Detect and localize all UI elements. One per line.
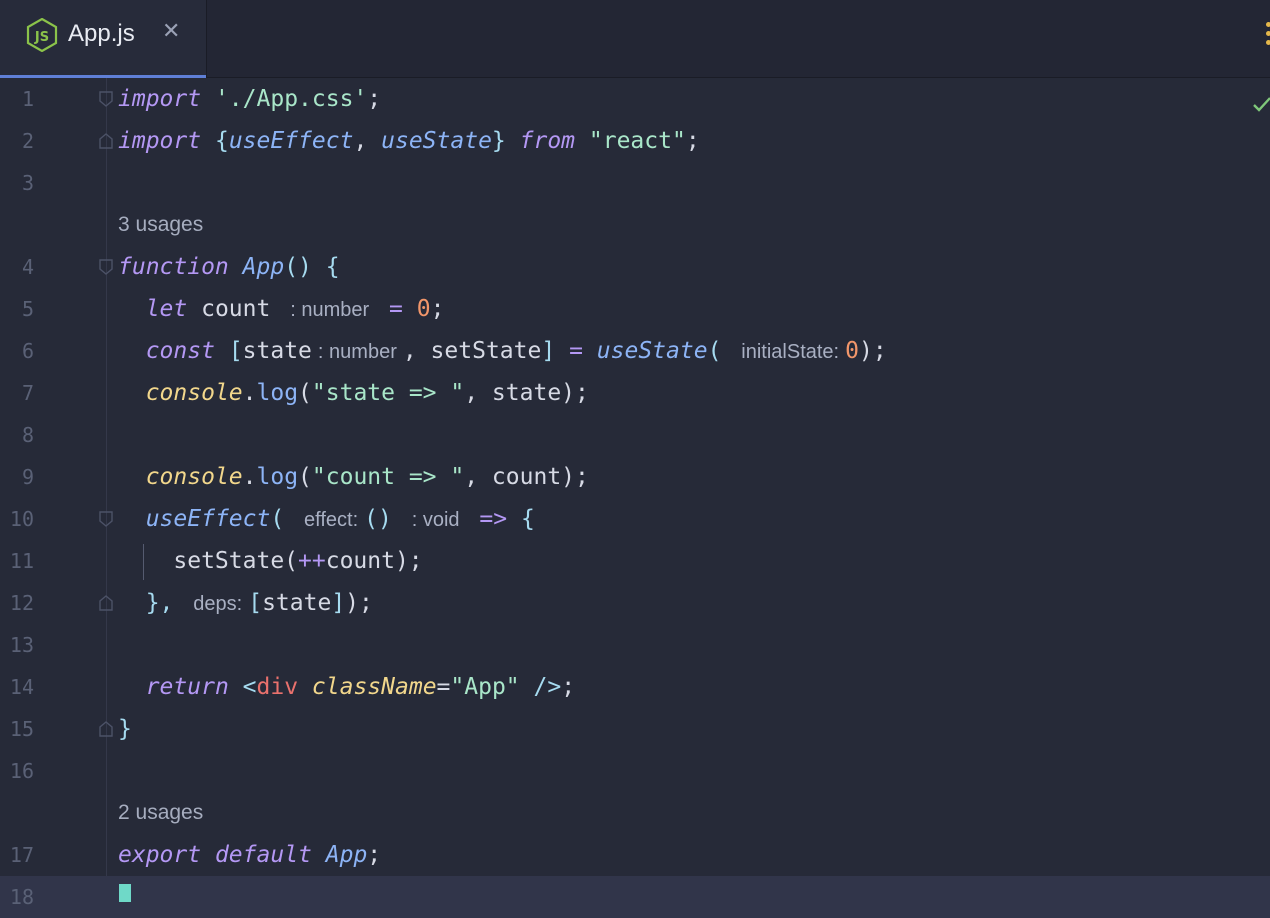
close-icon[interactable]: ✕	[162, 19, 180, 44]
line-number: 15	[9, 717, 34, 741]
code-line: 5 let count : number = 0;	[0, 288, 1270, 330]
parameter-hint: initialState:	[741, 341, 840, 363]
line-number: 16	[9, 759, 34, 783]
fold-icon[interactable]	[99, 721, 113, 737]
parameter-hint: effect:	[304, 509, 359, 531]
code-text: }	[118, 716, 132, 742]
line-number: 9	[21, 465, 34, 489]
tab-app-js[interactable]: JS App.js ✕	[0, 0, 207, 78]
code-line: 11 setState(++count);	[0, 540, 1270, 582]
code-vision-row: 3 usages	[0, 204, 1270, 246]
line-number: 6	[21, 339, 34, 363]
code-line: 3	[0, 162, 1270, 204]
text-cursor	[119, 884, 131, 902]
line-number: 3	[21, 171, 34, 195]
tab-label: App.js	[68, 20, 135, 47]
usages-inlay[interactable]: 3 usages	[118, 204, 203, 246]
line-number: 17	[9, 843, 34, 867]
code-line: 1 import './App.css';	[0, 78, 1270, 120]
line-number: 14	[9, 675, 34, 699]
code-line: 15 }	[0, 708, 1270, 750]
fold-icon[interactable]	[99, 511, 113, 527]
line-number: 1	[21, 87, 34, 111]
parameter-hint: deps:	[193, 593, 243, 615]
code-text: const [state: number, setState] = useSta…	[145, 338, 887, 364]
code-text: let count : number = 0;	[145, 296, 445, 322]
current-code-line: 18	[0, 876, 1270, 918]
code-text: function App() {	[118, 254, 340, 280]
code-line: 13	[0, 624, 1270, 666]
code-text: export default App;	[118, 842, 382, 868]
line-number: 8	[21, 423, 34, 447]
code-line: 7 console.log("state => ", state);	[0, 372, 1270, 414]
line-number: 18	[9, 885, 34, 909]
line-number: 7	[21, 381, 34, 405]
code-text: setState(++count);	[173, 548, 423, 574]
line-number: 13	[9, 633, 34, 657]
line-number: 4	[21, 255, 34, 279]
code-line: 6 const [state: number, setState] = useS…	[0, 330, 1270, 372]
svg-text:JS: JS	[34, 30, 49, 45]
line-number: 5	[21, 297, 34, 321]
code-line: 16	[0, 750, 1270, 792]
code-text: import {useEffect, useState} from "react…	[118, 128, 700, 154]
code-line: 2 import {useEffect, useState} from "rea…	[0, 120, 1270, 162]
type-hint: : number	[290, 299, 370, 321]
nodejs-icon: JS	[26, 18, 58, 52]
code-line: 12 }, deps: [state]);	[0, 582, 1270, 624]
code-text: return <div className="App" />;	[145, 674, 576, 700]
code-line: 10 useEffect( effect:() : void => {	[0, 498, 1270, 540]
code-text: console.log("state => ", state);	[145, 380, 589, 406]
line-number: 11	[9, 549, 34, 573]
code-editor[interactable]: 1 import './App.css'; 2 import {useEffec…	[0, 78, 1270, 918]
code-text: useEffect( effect:() : void => {	[145, 506, 535, 532]
type-hint: : void	[411, 509, 460, 531]
fold-icon[interactable]	[99, 595, 113, 611]
line-number: 10	[9, 507, 34, 531]
code-line: 17 export default App;	[0, 834, 1270, 876]
fold-icon[interactable]	[99, 259, 113, 275]
line-number: 12	[9, 591, 34, 615]
type-hint: : number	[317, 341, 397, 363]
code-text: console.log("count => ", count);	[145, 464, 589, 490]
code-line: 14 return <div className="App" />;	[0, 666, 1270, 708]
code-line: 4 function App() {	[0, 246, 1270, 288]
more-options-icon[interactable]	[1266, 22, 1270, 50]
code-line: 8	[0, 414, 1270, 456]
fold-icon[interactable]	[99, 91, 113, 107]
code-text: }, deps: [state]);	[145, 590, 373, 616]
code-text: import './App.css';	[118, 86, 382, 112]
code-vision-row: 2 usages	[0, 792, 1270, 834]
usages-inlay[interactable]: 2 usages	[118, 792, 203, 834]
line-number: 2	[21, 129, 34, 153]
fold-icon[interactable]	[99, 133, 113, 149]
code-line: 9 console.log("count => ", count);	[0, 456, 1270, 498]
editor-tab-bar: JS App.js ✕	[0, 0, 1270, 78]
